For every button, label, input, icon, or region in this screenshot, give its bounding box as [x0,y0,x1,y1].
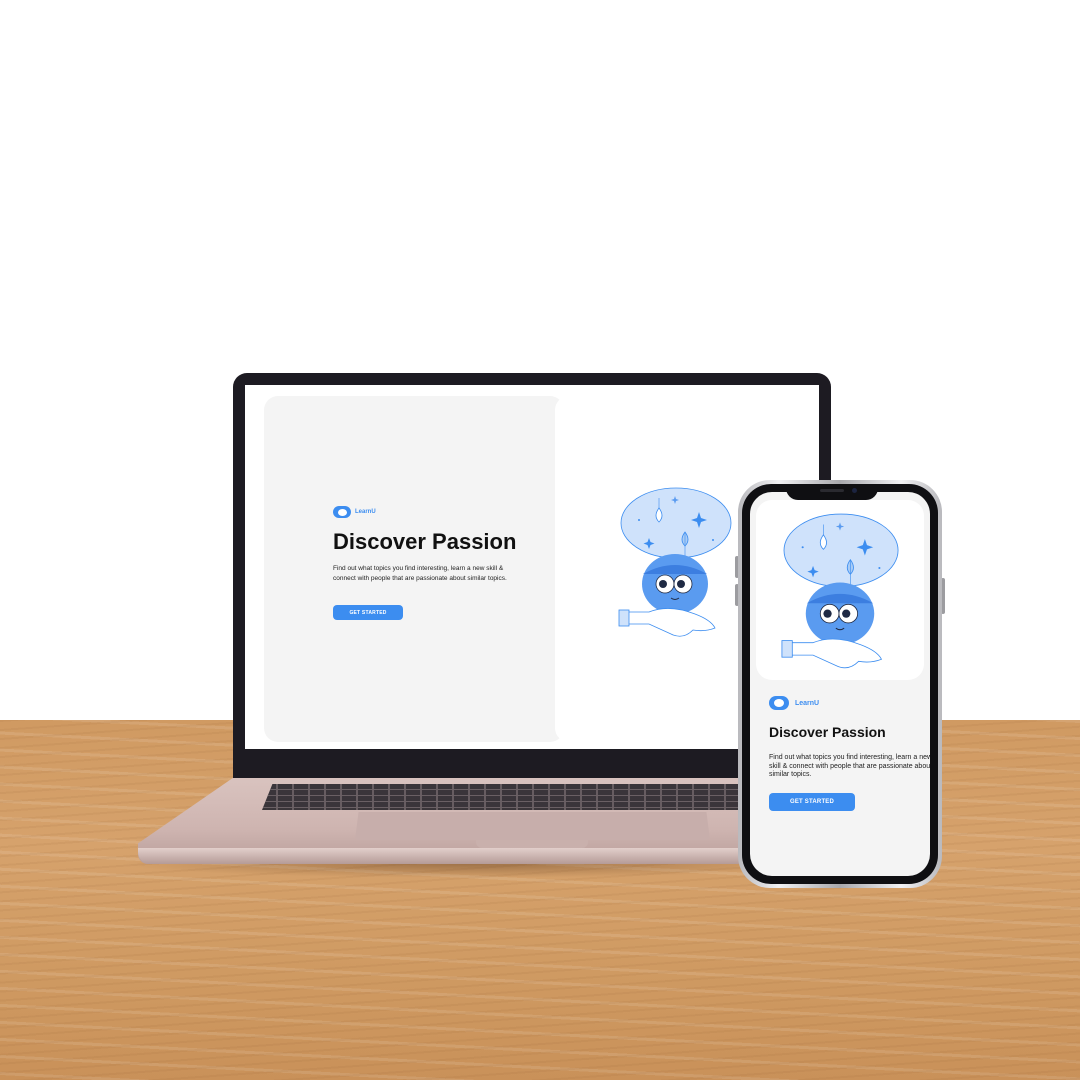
phone-bezel: LearnU Discover Passion Find out what to… [742,484,938,884]
page-title: Discover Passion [769,724,886,740]
phone-illustration-panel [756,500,924,680]
mascot-lightbulb-hand-icon [781,513,899,669]
mascot-lightbulb-hand-icon [618,487,732,637]
laptop-trackpad [355,812,710,840]
brand-name: LearnU [795,699,820,707]
get-started-button[interactable]: GET STARTED [333,605,403,620]
keyboard-rows [262,784,782,810]
phone-frame: LearnU Discover Passion Find out what to… [738,480,942,888]
phone-screen: LearnU Discover Passion Find out what to… [750,492,930,876]
phone-notch [786,484,878,500]
page-description: Find out what topics you find interestin… [333,565,507,582]
laptop-brand[interactable]: LearnU [333,506,376,518]
get-started-button[interactable]: GET STARTED [769,793,855,811]
page-title: Discover Passion [333,529,517,554]
front-camera-icon [852,488,857,493]
page-description: Find out what topics you find interestin… [769,754,930,778]
laptop-hero-panel: LearnU Discover Passion Find out what to… [264,396,564,742]
laptop-screen: LearnU Discover Passion Find out what to… [245,385,819,749]
brand-name: LearnU [355,509,376,515]
laptop-lid-notch [476,840,588,848]
cloud-logo-icon [769,696,789,710]
cloud-logo-icon [333,506,351,518]
phone-brand[interactable]: LearnU [769,696,819,710]
